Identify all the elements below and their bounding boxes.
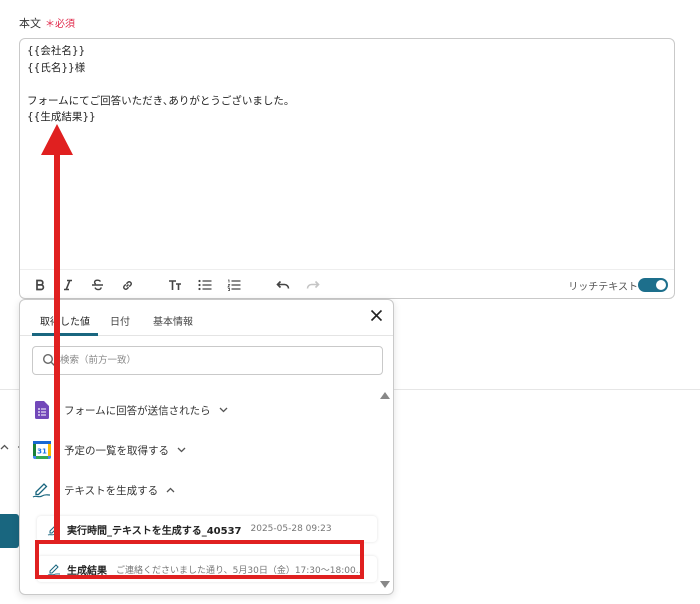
close-icon[interactable] bbox=[367, 308, 385, 326]
bold-icon[interactable] bbox=[31, 276, 49, 294]
group-label: フォームに回答が送信されたら bbox=[64, 404, 211, 417]
numbered-list-icon[interactable] bbox=[225, 276, 243, 294]
google-calendar-icon: 31 bbox=[32, 440, 52, 460]
group-calendar-events[interactable]: 31 予定の一覧を取得する bbox=[32, 438, 186, 462]
editor-line: {{生成結果}} bbox=[27, 111, 96, 123]
strikethrough-icon[interactable] bbox=[88, 276, 106, 294]
editor-line: {{氏名}}様 bbox=[27, 61, 86, 74]
editor-content[interactable]: {{会社名}} {{氏名}}様 フォームにてご回答いただき､ありがとうございまし… bbox=[27, 43, 294, 126]
item-label: 実行時間_テキストを生成する_40537 bbox=[67, 525, 242, 537]
tab-acquired-values[interactable]: 取得した値 bbox=[40, 313, 90, 328]
undo-icon[interactable] bbox=[274, 276, 292, 294]
ai-pen-icon bbox=[32, 480, 52, 500]
group-generate-text[interactable]: テキストを生成する bbox=[32, 478, 175, 502]
side-action-button[interactable] bbox=[0, 514, 19, 548]
rich-text-toggle[interactable] bbox=[638, 278, 668, 292]
rich-text-label: リッチテキスト bbox=[568, 282, 638, 293]
editor-line: フォームにてご回答いただき､ありがとうございました。 bbox=[27, 94, 295, 107]
chevron-up-icon[interactable] bbox=[0, 440, 9, 453]
annotation-highlight-box bbox=[35, 540, 364, 579]
chevron-up-icon bbox=[166, 485, 175, 496]
body-editor[interactable]: {{会社名}} {{氏名}}様 フォームにてご回答いただき､ありがとうございまし… bbox=[19, 38, 675, 299]
required-badge: ＊必須 bbox=[45, 19, 75, 30]
group-label: 予定の一覧を取得する bbox=[64, 444, 169, 457]
scroll-down-arrow[interactable] bbox=[380, 581, 390, 588]
toggle-knob bbox=[656, 280, 666, 290]
active-tab-indicator bbox=[32, 333, 98, 336]
tab-date[interactable]: 日付 bbox=[110, 313, 130, 328]
body-label-text: 本文 bbox=[19, 17, 41, 30]
search-field[interactable] bbox=[32, 346, 383, 375]
editor-line: {{会社名}} bbox=[27, 45, 86, 57]
scrollbar[interactable] bbox=[377, 386, 393, 594]
google-forms-icon bbox=[32, 400, 52, 420]
svg-text:31: 31 bbox=[37, 448, 47, 456]
editor-toolbar: リッチテキスト bbox=[20, 269, 674, 299]
chevron-down-icon bbox=[219, 405, 228, 416]
popup-tabs: 取得した値 日付 基本情報 bbox=[20, 300, 393, 336]
redo-icon[interactable] bbox=[304, 276, 322, 294]
chevron-down-icon bbox=[177, 445, 186, 456]
group-label: テキストを生成する bbox=[64, 484, 159, 497]
tab-basic-info[interactable]: 基本情報 bbox=[153, 313, 193, 328]
link-icon[interactable] bbox=[118, 276, 136, 294]
group-form-response[interactable]: フォームに回答が送信されたら bbox=[32, 398, 228, 422]
list-item-execution-time[interactable]: 実行時間_テキストを生成する_40537 2025-05-28 09:23 bbox=[37, 516, 377, 542]
font-size-icon[interactable] bbox=[166, 276, 184, 294]
search-icon bbox=[42, 353, 55, 366]
scroll-up-arrow[interactable] bbox=[380, 392, 390, 399]
item-value: 2025-05-28 09:23 bbox=[250, 524, 332, 534]
body-field-label: 本文 ＊必須 bbox=[19, 15, 75, 31]
italic-icon[interactable] bbox=[59, 276, 77, 294]
search-input[interactable] bbox=[60, 347, 375, 374]
ai-pen-icon bbox=[47, 524, 61, 536]
bullet-list-icon[interactable] bbox=[196, 276, 214, 294]
